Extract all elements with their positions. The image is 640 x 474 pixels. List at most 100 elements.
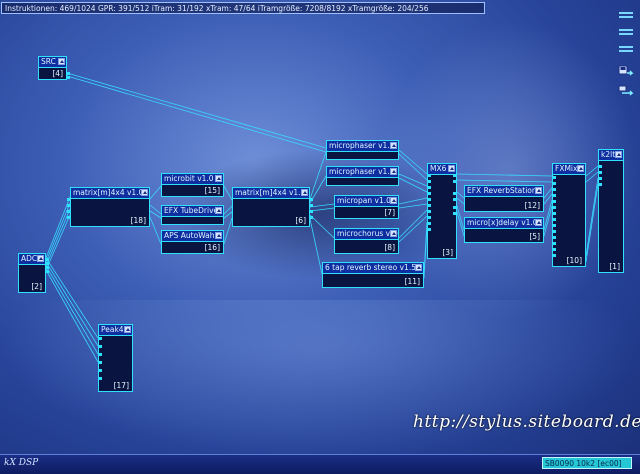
input-pin[interactable] [552,182,556,185]
microbit-node[interactable]: microbit v1.0 [15] [161,173,224,197]
input-pin[interactable] [552,200,556,203]
tubedrive-node[interactable]: EFX TubeDrive [161,205,224,225]
node-menu-button[interactable] [535,219,542,226]
input-pin[interactable] [427,192,431,195]
output-pin[interactable] [66,76,70,79]
micropan-node[interactable]: micropan v1.0 [7] [334,195,399,219]
node-menu-button[interactable] [535,187,542,194]
input-pin[interactable] [552,242,556,245]
node-menu-button[interactable] [215,175,222,182]
microchorus-node[interactable]: microchorus v1.0 [8] [334,228,399,254]
input-pin[interactable] [598,183,602,186]
matrix-node-2[interactable]: matrix[m]4x4 v1.0 [6] [232,187,313,227]
output-pin[interactable] [45,258,49,261]
node-menu-button[interactable] [215,232,222,239]
output-pin[interactable] [309,198,313,201]
output-pin[interactable] [45,270,49,273]
output-pin[interactable] [453,192,457,195]
input-pin[interactable] [427,186,431,189]
input-pin[interactable] [427,228,431,231]
output-pin[interactable] [309,204,313,207]
output-pin[interactable] [45,262,49,265]
microphaser-node-1[interactable]: microphaser v1.0 [326,140,399,160]
microphaser-node-2[interactable]: microphaser v1.0 [326,166,399,186]
menu-icon[interactable] [619,27,633,37]
output-pin[interactable] [453,180,457,183]
output-pin[interactable] [309,216,313,219]
output-pin[interactable] [66,72,70,75]
node-menu-button[interactable] [390,197,397,204]
node-menu-button[interactable] [615,151,622,158]
input-pin[interactable] [552,254,556,257]
input-pin[interactable] [67,216,71,219]
input-pin[interactable] [98,337,102,340]
wire [543,193,553,205]
node-menu-button[interactable] [577,165,584,172]
input-pin[interactable] [552,206,556,209]
wire [585,165,599,177]
output-pin[interactable] [453,212,457,215]
input-pin[interactable] [552,188,556,191]
input-pin[interactable] [552,236,556,239]
node-menu-button[interactable] [390,230,397,237]
peak4-node[interactable]: Peak4 [17] [98,324,133,392]
input-pin[interactable] [552,194,556,197]
wire [45,269,99,363]
input-pin[interactable] [552,230,556,233]
adc-node[interactable]: ADC [2] [18,253,49,293]
input-pin[interactable] [427,210,431,213]
node-menu-button[interactable] [415,264,422,271]
input-pin[interactable] [598,171,602,174]
input-pin[interactable] [552,176,556,179]
input-pin[interactable] [427,204,431,207]
input-pin[interactable] [427,174,431,177]
input-pin[interactable] [98,377,102,380]
output-pin[interactable] [453,198,457,201]
input-pin[interactable] [98,369,102,372]
mx6-node[interactable]: MX6 [3] [427,163,457,259]
node-menu-button[interactable] [301,189,308,196]
output-pin[interactable] [309,210,313,213]
node-id: [7] [384,208,395,217]
input-pin[interactable] [598,165,602,168]
reverb-6tap-node[interactable]: 6 tap reverb stereo v1.5 [11] [322,262,424,288]
menu-icon[interactable] [619,10,633,20]
device-selector[interactable]: SB0090 10k2 [ec00] [542,457,632,469]
input-pin[interactable] [67,198,71,201]
delay-node[interactable]: micro[x]delay v1.0 [5] [464,217,544,243]
output-pin[interactable] [45,266,49,269]
load-icon[interactable] [618,64,634,78]
input-pin[interactable] [552,224,556,227]
node-menu-button[interactable] [141,189,148,196]
input-pin[interactable] [427,180,431,183]
node-menu-button[interactable] [215,207,222,214]
matrix-node-1[interactable]: matrix[m]4x4 v1.0 [18] [67,187,150,227]
node-menu-button[interactable] [58,58,65,65]
input-pin[interactable] [98,353,102,356]
output-pin[interactable] [453,206,457,209]
input-pin[interactable] [427,198,431,201]
node-menu-button[interactable] [390,168,397,175]
node-menu-button[interactable] [37,255,44,262]
menu-icon[interactable] [619,44,633,54]
connect-icon[interactable] [618,84,634,98]
input-pin[interactable] [67,204,71,207]
k2lt-node[interactable]: k2lt [1] [598,149,624,273]
node-menu-button[interactable] [448,165,455,172]
fxmix-node[interactable]: FXMix [10] [552,163,586,267]
node-menu-button[interactable] [390,142,397,149]
input-pin[interactable] [98,345,102,348]
src-node[interactable]: SRC [4] [38,56,70,80]
input-pin[interactable] [598,177,602,180]
input-pin[interactable] [67,210,71,213]
autowah-node[interactable]: APS AutoWah [16] [161,230,224,254]
input-pin[interactable] [552,212,556,215]
input-pin[interactable] [427,216,431,219]
output-pin[interactable] [453,174,457,177]
reverbstation-node[interactable]: EFX ReverbStation [12] [464,185,544,212]
input-pin[interactable] [552,248,556,251]
input-pin[interactable] [98,361,102,364]
input-pin[interactable] [552,218,556,221]
node-menu-button[interactable] [124,326,131,333]
input-pin[interactable] [427,222,431,225]
